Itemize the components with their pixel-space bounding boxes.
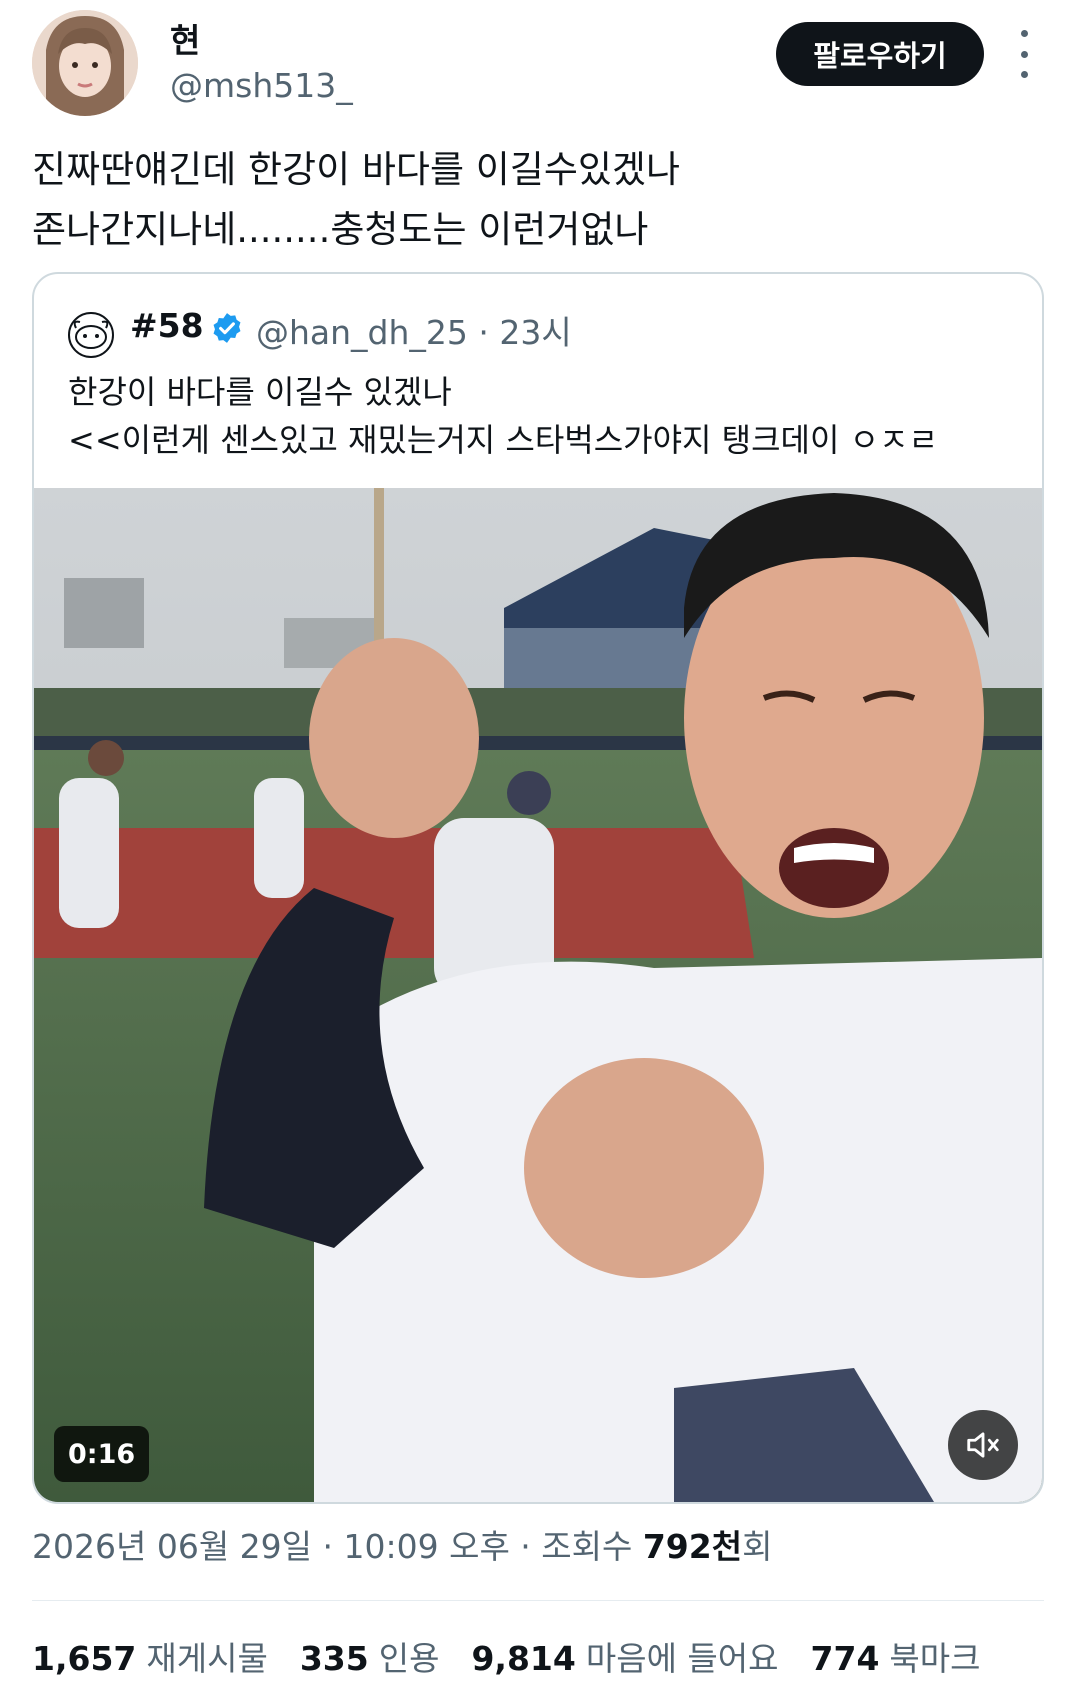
video-duration: 0:16 [54, 1426, 150, 1482]
tweet-text: 진짜딴얘긴데 한강이 바다를 이길수있겠나 존나간지나네........충청도는… [32, 140, 1042, 260]
stat-value: 9,814 [471, 1639, 576, 1678]
verified-badge-icon [210, 311, 244, 345]
tweet-line: 진짜딴얘긴데 한강이 바다를 이길수있겠나 [32, 148, 681, 191]
quoted-line: <<이런게 센스있고 재밌는거지 스타벅스가야지 탱크데이 ㅇㅈㄹ [68, 421, 938, 459]
stat-quotes[interactable]: 335 인용 [300, 1632, 440, 1680]
quoted-text: 한강이 바다를 이길수 있겠나 <<이런게 센스있고 재밌는거지 스타벅스가야지… [68, 368, 938, 464]
stat-label: 북마크 [889, 1639, 981, 1678]
mute-icon[interactable] [948, 1410, 1018, 1480]
quoted-display-name[interactable]: #58 [130, 306, 204, 345]
stat-value: 335 [299, 1639, 369, 1678]
stat-label: 마음에 들어요 [585, 1639, 779, 1678]
tweet-meta: 2026년 06월 29일 · 10:09 오후 · 조회수 792천회 [32, 1520, 772, 1568]
video-player[interactable]: 0:16 [34, 488, 1042, 1502]
view-count: 792천 [642, 1527, 743, 1566]
stat-label: 재게시물 [146, 1639, 268, 1678]
view-suffix: 회 [742, 1527, 773, 1566]
stat-value: 1,657 [32, 1639, 137, 1678]
display-name[interactable]: 현 [170, 14, 200, 62]
tweet-date-time[interactable]: 2026년 06월 29일 · 10:09 오후 · 조회수 [32, 1527, 643, 1566]
engagement-stats: 1,657 재게시물 335 인용 9,814 마음에 들어요 774 북마크 [32, 1632, 981, 1680]
avatar[interactable] [32, 10, 138, 116]
divider [32, 1600, 1044, 1601]
follow-button[interactable]: 팔로우하기 [776, 22, 984, 86]
stat-bookmarks[interactable]: 774 북마크 [811, 1632, 981, 1680]
stat-value: 774 [810, 1639, 880, 1678]
video-frame [34, 488, 1042, 1502]
user-handle[interactable]: @msh513_ [170, 66, 353, 105]
tweet-line: 존나간지나네........충청도는 이런거없나 [32, 208, 649, 251]
quoted-handle-time: @han_dh_25 · 23시 [256, 313, 572, 352]
stat-reposts[interactable]: 1,657 재게시물 [32, 1632, 268, 1680]
quoted-line: 한강이 바다를 이길수 있겠나 [68, 373, 452, 411]
stat-likes[interactable]: 9,814 마음에 들어요 [471, 1632, 778, 1680]
quoted-avatar[interactable] [68, 312, 114, 358]
quoted-tweet-card[interactable]: #58 @han_dh_25 · 23시 한강이 바다를 이길수 있겠나 <<이… [32, 272, 1044, 1504]
more-icon[interactable] [1010, 30, 1038, 78]
stat-label: 인용 [378, 1639, 440, 1678]
